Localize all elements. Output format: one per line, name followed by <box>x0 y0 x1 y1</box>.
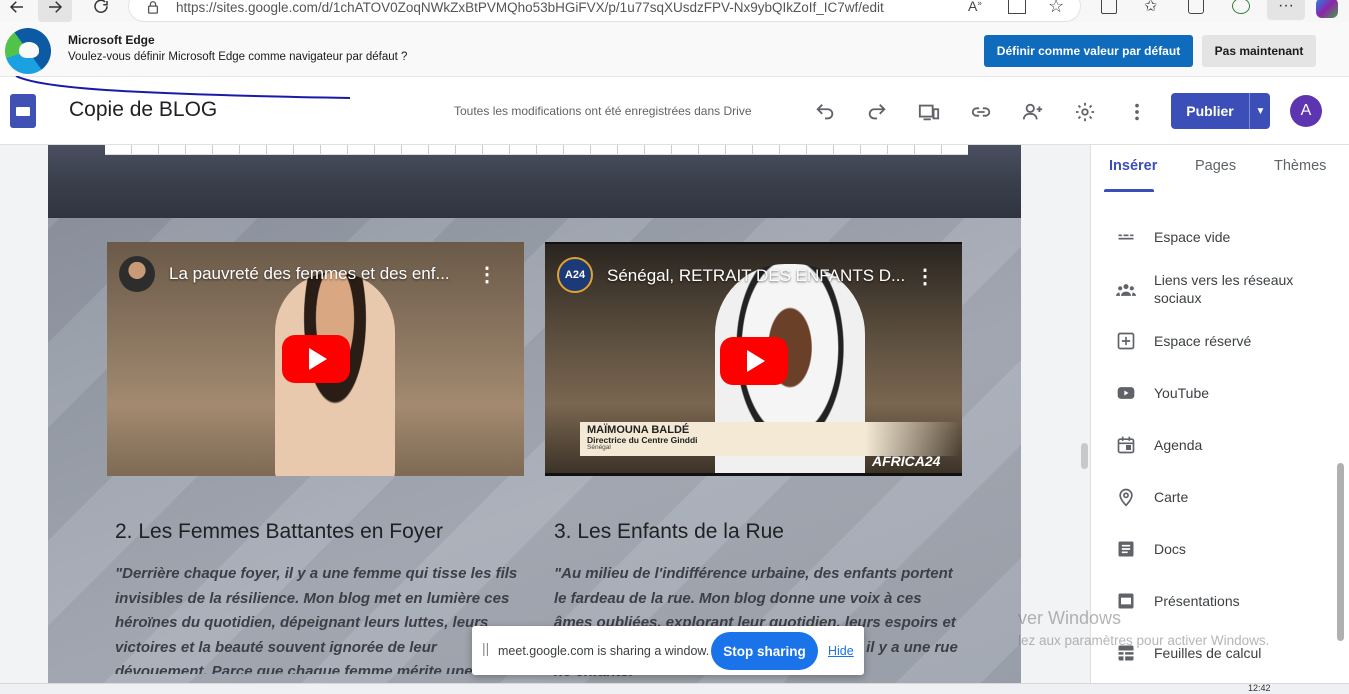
panel-scrollbar[interactable] <box>1337 463 1344 641</box>
tab-themes[interactable]: Thèmes <box>1274 158 1326 174</box>
infobar-title: Microsoft Edge <box>68 33 155 47</box>
youtube-icon <box>1115 382 1137 404</box>
set-default-button[interactable]: Définir comme valeur par défaut <box>984 35 1193 67</box>
youtube-embed-1[interactable]: La pauvreté des femmes et des enf... ⋮ <box>107 242 524 476</box>
panel-item-reseaux-sociaux[interactable]: Liens vers les réseaux sociaux <box>1154 271 1324 307</box>
channel-avatar-icon[interactable] <box>119 256 155 292</box>
calendar-icon <box>1115 434 1137 456</box>
add-person-icon <box>1022 103 1043 120</box>
copilot-icon[interactable] <box>1316 0 1338 18</box>
avatar[interactable]: A <box>1290 95 1322 127</box>
youtube-embed-2[interactable]: A24 Sénégal, RETRAIT DES ENFANTS D... ⋮ … <box>545 242 962 476</box>
section-body-femmes[interactable]: "Derrière chaque foyer, il y a une femme… <box>115 562 525 674</box>
section-ruler <box>105 145 968 155</box>
canvas-scrollbar[interactable] <box>1081 443 1088 469</box>
share-button[interactable] <box>1019 98 1047 126</box>
windows-taskbar <box>0 683 1349 694</box>
copy-link-button[interactable] <box>967 98 995 126</box>
back-arrow-icon <box>9 1 23 13</box>
undo-icon <box>816 104 834 120</box>
publish-options-chevron-down-icon[interactable]: ▼ <box>1249 93 1271 129</box>
redo-icon <box>868 104 886 120</box>
hide-sharing-bar-link[interactable]: Hide <box>828 644 854 658</box>
youtube-play-icon[interactable] <box>720 337 788 385</box>
people-icon <box>1115 279 1137 301</box>
favorites-icon[interactable]: ✩ <box>1144 0 1157 16</box>
tab-pages[interactable]: Pages <box>1195 158 1236 174</box>
video-title[interactable]: Sénégal, RETRAIT DES ENFANTS D... <box>607 266 905 286</box>
infobar-message: Voulez-vous définir Microsoft Edge comme… <box>68 51 408 63</box>
drag-handle-icon[interactable]: || <box>482 640 490 660</box>
redo-button[interactable] <box>863 98 891 126</box>
tab-inserer[interactable]: Insérer <box>1109 158 1157 174</box>
windows-activation-watermark-title: ver Windows <box>1018 608 1122 628</box>
edge-logo-icon <box>5 28 51 74</box>
more-vert-icon <box>1135 103 1139 121</box>
more-options-icon[interactable]: ··· <box>1267 0 1305 20</box>
not-now-button[interactable]: Pas maintenant <box>1202 35 1316 67</box>
docs-icon <box>1115 538 1137 560</box>
google-sites-logo-icon[interactable] <box>10 94 36 128</box>
refresh-button[interactable] <box>84 0 118 22</box>
favorite-star-icon[interactable]: ☆ <box>1048 0 1064 17</box>
plus-box-icon <box>1115 330 1137 352</box>
sharing-status-text: meet.google.com is sharing a window. <box>498 644 710 658</box>
publish-button-group: Publier ▼ <box>1171 93 1270 129</box>
video-more-icon[interactable]: ⋮ <box>477 262 497 286</box>
publish-button[interactable]: Publier <box>1171 93 1249 129</box>
back-button[interactable] <box>0 0 34 22</box>
settings-button[interactable] <box>1071 98 1099 126</box>
reader-icon[interactable] <box>1008 0 1026 14</box>
hero-banner-image[interactable] <box>48 145 1021 218</box>
lock-icon[interactable] <box>146 0 160 14</box>
preview-button[interactable] <box>915 98 943 126</box>
panel-item-youtube[interactable]: YouTube <box>1154 384 1324 402</box>
section-title-enfants[interactable]: 3. Les Enfants de la Rue <box>554 520 784 544</box>
site-title[interactable]: Copie de BLOG <box>69 98 217 122</box>
url-text[interactable]: https://sites.google.com/d/1chATOV0ZoqNW… <box>176 0 884 16</box>
split-screen-icon[interactable] <box>1101 0 1117 14</box>
taskbar-clock[interactable]: 12:42 <box>1248 683 1271 693</box>
video-more-icon[interactable]: ⋮ <box>915 264 935 288</box>
channel-watermark: AFRICA24 <box>872 453 941 469</box>
forward-arrow-icon <box>49 1 63 13</box>
read-aloud-icon[interactable]: A» <box>968 0 982 14</box>
youtube-play-icon[interactable] <box>282 335 350 383</box>
panel-item-docs[interactable]: Docs <box>1154 540 1324 558</box>
undo-button[interactable] <box>811 98 839 126</box>
stop-sharing-button[interactable]: Stop sharing <box>711 632 818 670</box>
panel-item-carte[interactable]: Carte <box>1154 488 1324 506</box>
collections-icon[interactable] <box>1188 0 1204 14</box>
active-tab-indicator <box>1104 189 1154 192</box>
video-title[interactable]: La pauvreté des femmes et des enf... <box>169 264 450 284</box>
panel-item-espace-reserve[interactable]: Espace réservé <box>1154 332 1324 350</box>
gear-icon <box>1075 102 1095 122</box>
panel-item-agenda[interactable]: Agenda <box>1154 436 1324 454</box>
windows-activation-watermark-text: lez aux paramètres pour activer Windows. <box>1018 633 1270 648</box>
lower-third-place: Sénégal <box>587 444 611 451</box>
map-pin-icon <box>1115 486 1137 508</box>
forward-button[interactable] <box>38 0 72 22</box>
panel-item-espace-vide[interactable]: Espace vide <box>1154 228 1324 246</box>
more-actions-button[interactable] <box>1123 98 1151 126</box>
device-preview-icon <box>918 104 940 121</box>
refresh-icon <box>94 0 108 13</box>
divider-icon <box>1115 226 1137 248</box>
panel-item-presentations[interactable]: Présentations <box>1154 592 1324 610</box>
channel-avatar-icon[interactable]: A24 <box>557 257 593 293</box>
section-title-femmes[interactable]: 2. Les Femmes Battantes en Foyer <box>115 520 443 544</box>
save-status: Toutes les modifications ont été enregis… <box>454 104 752 118</box>
link-icon <box>971 107 991 117</box>
